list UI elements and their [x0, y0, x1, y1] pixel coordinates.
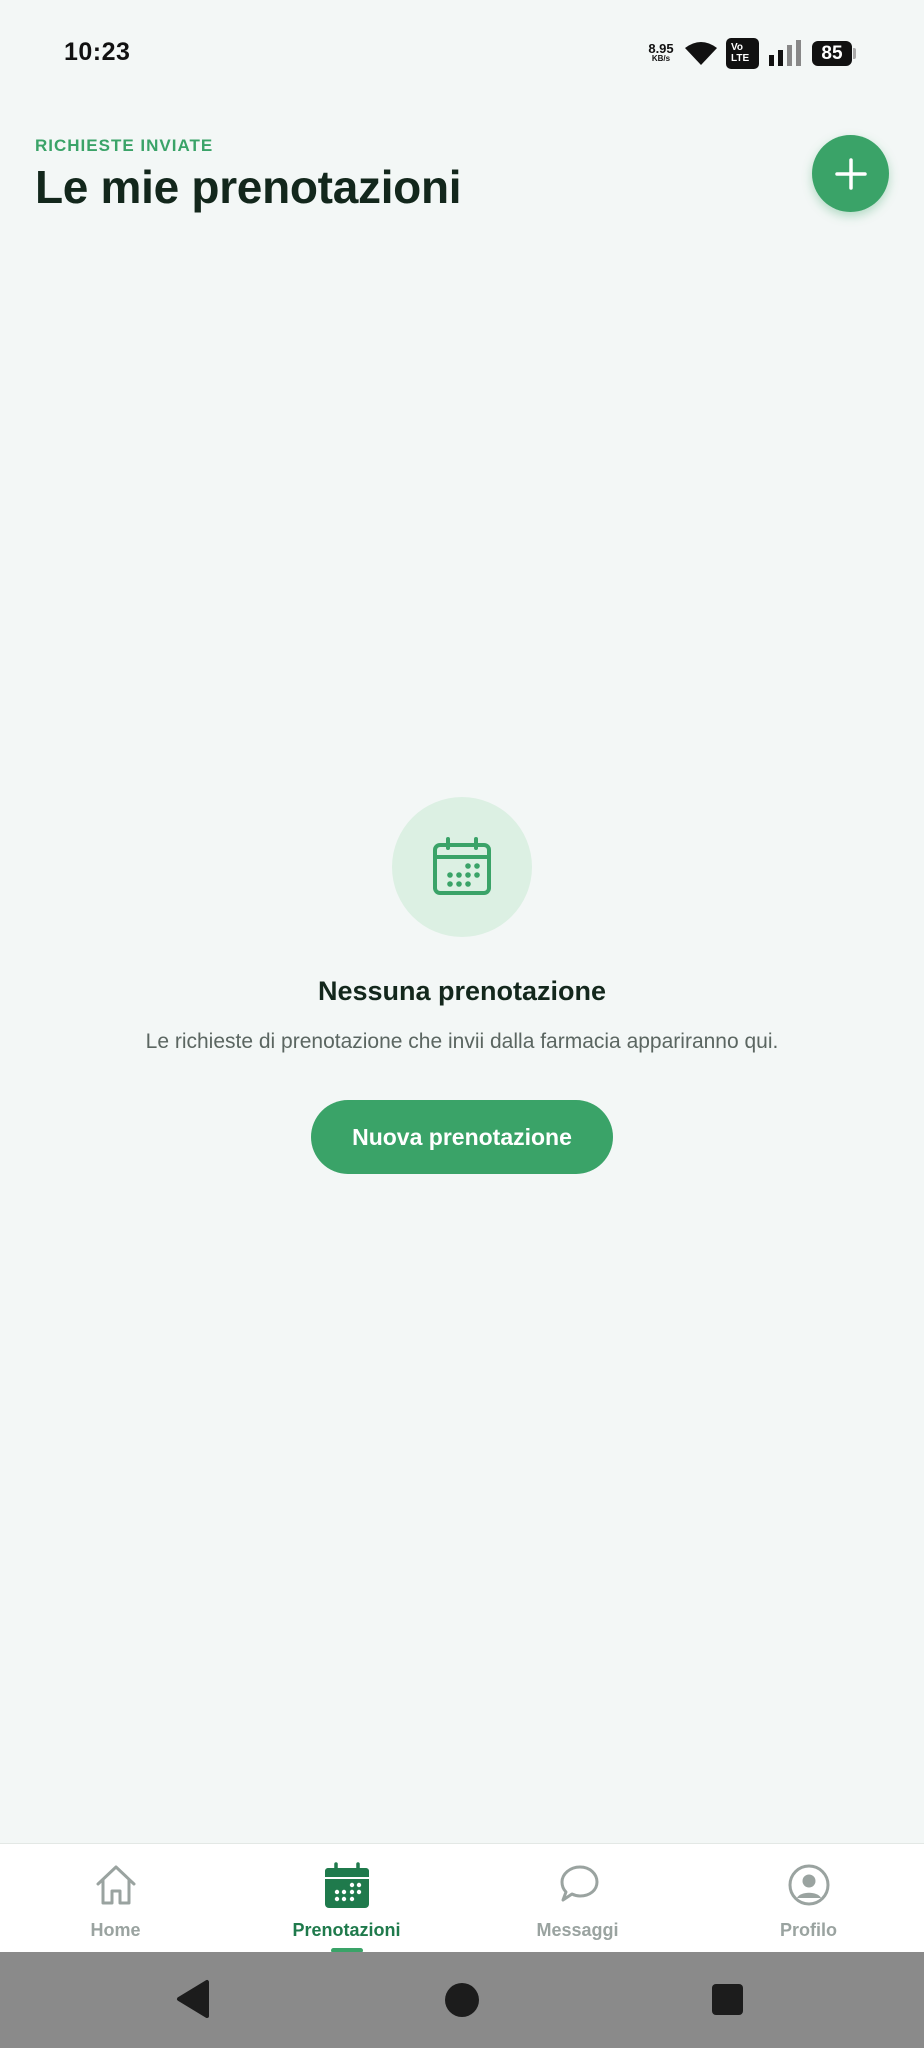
recents-square-icon[interactable] — [712, 1984, 743, 2015]
nav-label-profilo: Profilo — [780, 1920, 837, 1940]
new-booking-button[interactable]: Nuova prenotazione — [311, 1100, 613, 1174]
status-time: 10:23 — [64, 38, 131, 66]
battery-tip — [853, 48, 856, 59]
back-icon[interactable] — [176, 1979, 210, 2024]
wifi-icon — [684, 40, 718, 71]
battery-icon: 85 — [812, 41, 852, 66]
nav-label-messaggi: Messaggi — [536, 1920, 619, 1940]
nav-item-profilo[interactable]: Profilo — [693, 1844, 924, 1953]
nav-label-prenotazioni: Prenotazioni — [292, 1920, 401, 1940]
signal-icon — [768, 39, 802, 72]
volte-label-bottom: LTE — [731, 53, 750, 64]
home-circle-icon[interactable] — [445, 1983, 479, 2017]
calendar-icon — [323, 1862, 371, 1915]
header-eyebrow: RICHIESTE INVIATE — [35, 136, 214, 155]
empty-state-description: Le richieste di prenotazione che invii d… — [145, 1030, 779, 1053]
calendar-icon — [433, 837, 491, 895]
system-nav-bar — [0, 1952, 924, 2048]
chat-icon — [555, 1862, 601, 1913]
page-title: Le mie prenotazioni — [35, 161, 462, 213]
status-bar: 10:23 8.95 KB/s Vo LTE 85 — [0, 0, 924, 100]
nav-label-home: Home — [90, 1920, 141, 1940]
volte-label-top: Vo — [731, 42, 744, 53]
home-icon — [93, 1862, 139, 1913]
volte-icon: Vo LTE — [726, 38, 759, 69]
nav-item-home[interactable]: Home — [0, 1844, 231, 1953]
bottom-nav: Home Prenotazioni Messaggi Profilo — [0, 1843, 924, 1953]
empty-state-icon-circle — [392, 797, 532, 937]
network-speed-unit: KB/s — [651, 54, 671, 63]
plus-icon — [834, 157, 867, 190]
empty-state-title: Nessuna prenotazione — [317, 976, 607, 1006]
nav-item-messaggi[interactable]: Messaggi — [462, 1844, 693, 1953]
network-speed: 8.95 KB/s — [644, 42, 678, 63]
nav-item-prenotazioni[interactable]: Prenotazioni — [231, 1844, 462, 1953]
add-booking-button[interactable] — [812, 135, 889, 212]
profile-icon — [786, 1862, 832, 1913]
